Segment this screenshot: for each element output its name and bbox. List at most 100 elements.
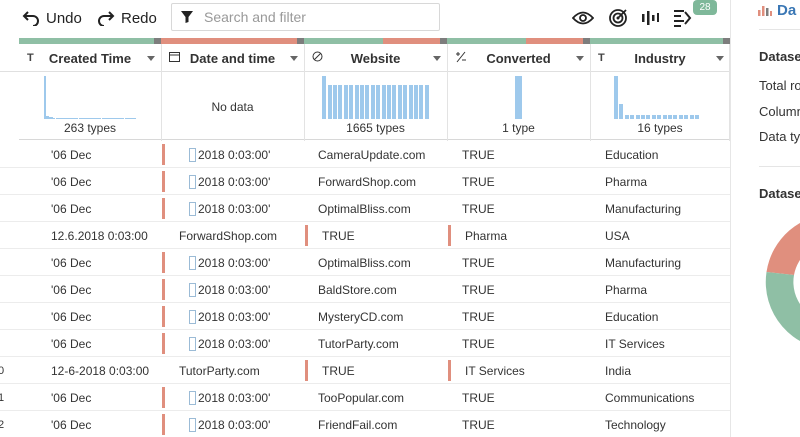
table-cell[interactable]: 12-6-2018 0:03:00: [51, 357, 149, 384]
table-cell[interactable]: TooPopular.com: [318, 384, 404, 411]
table-cell[interactable]: IT Services: [465, 357, 525, 384]
table-cell[interactable]: TRUE: [462, 411, 495, 437]
table-cell[interactable]: 2018 0:03:00': [189, 330, 270, 357]
table-cell[interactable]: TRUE: [322, 222, 355, 249]
table-cell[interactable]: CameraUpdate.com: [318, 141, 425, 168]
table-cell[interactable]: TutorParty.com: [179, 357, 260, 384]
table-cell[interactable]: TRUE: [462, 330, 495, 357]
table-cell[interactable]: TRUE: [322, 357, 355, 384]
table-cell[interactable]: '06 Dec: [51, 384, 91, 411]
table-cell[interactable]: 2018 0:03:00': [189, 384, 270, 411]
cell-value: IT Services: [465, 363, 525, 378]
table-cell[interactable]: 2018 0:03:00': [189, 303, 270, 330]
table-cell[interactable]: Technology: [605, 411, 666, 437]
table-cell[interactable]: '06 Dec: [51, 411, 91, 437]
table-cell[interactable]: 12.6.2018 0:03:00: [51, 222, 148, 249]
table-row[interactable]: '06 Dec 2018 0:03:00' CameraUpdate.com TRUE…: [0, 141, 730, 168]
cell-value: TRUE: [462, 147, 495, 162]
cell-value: India: [605, 363, 632, 378]
table-row[interactable]: '06 Dec 2018 0:03:00' ForwardShop.com TRUE P…: [0, 168, 730, 195]
table-cell[interactable]: Education: [605, 303, 658, 330]
table-cell[interactable]: 2018 0:03:00': [189, 249, 270, 276]
cell-value: Manufacturing: [605, 255, 682, 270]
table-cell[interactable]: TRUE: [462, 384, 495, 411]
table-cell[interactable]: 2018 0:03:00': [189, 195, 270, 222]
cell-value: '06 Dec: [51, 417, 92, 432]
table-cell[interactable]: 2018 0:03:00': [189, 411, 270, 437]
table-cell[interactable]: '06 Dec: [51, 276, 91, 303]
chevron-down-icon[interactable]: [433, 56, 441, 61]
table-cell[interactable]: OptimalBliss.com: [318, 249, 411, 276]
target-icon[interactable]: [606, 6, 630, 30]
table-row[interactable]: 1 '06 Dec 2018 0:03:00' TooPopular.com TRUE C…: [0, 384, 730, 411]
eye-icon[interactable]: [571, 6, 595, 30]
placeholder-box-icon: [189, 174, 196, 189]
table-cell[interactable]: OptimalBliss.com: [318, 195, 411, 222]
cell-value: 2018 0:03:00': [198, 390, 271, 405]
table-cell[interactable]: '06 Dec: [51, 249, 91, 276]
panel-divider: [759, 166, 800, 167]
table-row[interactable]: 12.6.2018 0:03:00 ForwardShop.com TRUE Phar…: [0, 222, 730, 249]
table-cell[interactable]: IT Services: [605, 330, 665, 357]
table-cell[interactable]: TRUE: [462, 249, 495, 276]
redo-button[interactable]: Redo: [97, 7, 157, 29]
table-cell[interactable]: Pharma: [605, 276, 647, 303]
chart-bars-icon[interactable]: [638, 6, 662, 30]
table-cell[interactable]: BaldStore.com: [318, 276, 397, 303]
table-cell[interactable]: ForwardShop.com: [318, 168, 416, 195]
table-cell[interactable]: India: [605, 357, 631, 384]
cell-value: '06 Dec: [51, 309, 92, 324]
chevron-down-icon[interactable]: [716, 56, 724, 61]
column-header-converted[interactable]: Converted: [447, 44, 590, 72]
dataset-logo-icon: [758, 6, 772, 16]
undo-button[interactable]: Undo: [22, 7, 82, 29]
table-cell[interactable]: 2018 0:03:00': [189, 276, 270, 303]
cell-value: ForwardShop.com: [318, 174, 417, 189]
table-cell[interactable]: MysteryCD.com: [318, 303, 403, 330]
table-cell[interactable]: TRUE: [462, 195, 495, 222]
table-cell[interactable]: '06 Dec: [51, 303, 91, 330]
table-cell[interactable]: Education: [605, 141, 658, 168]
table-cell[interactable]: Manufacturing: [605, 249, 681, 276]
chevron-down-icon[interactable]: [290, 56, 298, 61]
cell-value: Technology: [605, 417, 666, 432]
placeholder-box-icon: [189, 417, 196, 432]
column-header-website[interactable]: Website: [304, 44, 447, 72]
table-cell[interactable]: '06 Dec: [51, 141, 91, 168]
histogram-bar: [376, 85, 381, 119]
dataset-summary-heading: Dataset: [759, 49, 800, 64]
table-row[interactable]: '06 Dec 2018 0:03:00' OptimalBliss.com TRUE…: [0, 195, 730, 222]
table-cell[interactable]: '06 Dec: [51, 168, 91, 195]
table-cell[interactable]: 2018 0:03:00': [189, 168, 270, 195]
search-input[interactable]: [204, 9, 424, 25]
chevron-down-icon[interactable]: [147, 56, 155, 61]
table-cell[interactable]: TutorParty.com: [318, 330, 399, 357]
cell-error-marker: [448, 360, 451, 381]
table-cell[interactable]: TRUE: [462, 168, 495, 195]
table-cell[interactable]: Communications: [605, 384, 694, 411]
column-header-date-and-time[interactable]: Date and time: [161, 44, 304, 72]
table-cell[interactable]: Pharma: [605, 168, 647, 195]
column-header-label: Industry: [634, 50, 686, 66]
table-cell[interactable]: Manufacturing: [605, 195, 681, 222]
steps-icon[interactable]: [670, 6, 694, 30]
table-cell[interactable]: TRUE: [462, 141, 495, 168]
table-row[interactable]: 0 12-6-2018 0:03:00 TutorParty.com TRUE IT S…: [0, 357, 730, 384]
table-row[interactable]: '06 Dec 2018 0:03:00' OptimalBliss.com TRUE…: [0, 249, 730, 276]
table-cell[interactable]: 2018 0:03:00': [189, 141, 270, 168]
table-cell[interactable]: '06 Dec: [51, 195, 91, 222]
column-header-created-time[interactable]: T Created Time: [19, 44, 161, 72]
table-cell[interactable]: FriendFail.com: [318, 411, 397, 437]
chevron-down-icon[interactable]: [576, 56, 584, 61]
table-row[interactable]: '06 Dec 2018 0:03:00' BaldStore.com TRUE Pha…: [0, 276, 730, 303]
table-cell[interactable]: TRUE: [462, 303, 495, 330]
table-cell[interactable]: Pharma: [465, 222, 507, 249]
table-row[interactable]: 2 '06 Dec 2018 0:03:00' FriendFail.com TRUE T…: [0, 411, 730, 437]
table-row[interactable]: '06 Dec 2018 0:03:00' MysteryCD.com TRUE Edu…: [0, 303, 730, 330]
table-cell[interactable]: TRUE: [462, 276, 495, 303]
table-cell[interactable]: ForwardShop.com: [179, 222, 277, 249]
column-header-industry[interactable]: T Industry: [590, 44, 730, 72]
table-cell[interactable]: '06 Dec: [51, 330, 91, 357]
table-row[interactable]: '06 Dec 2018 0:03:00' TutorParty.com TRUE IT…: [0, 330, 730, 357]
table-cell[interactable]: USA: [605, 222, 630, 249]
